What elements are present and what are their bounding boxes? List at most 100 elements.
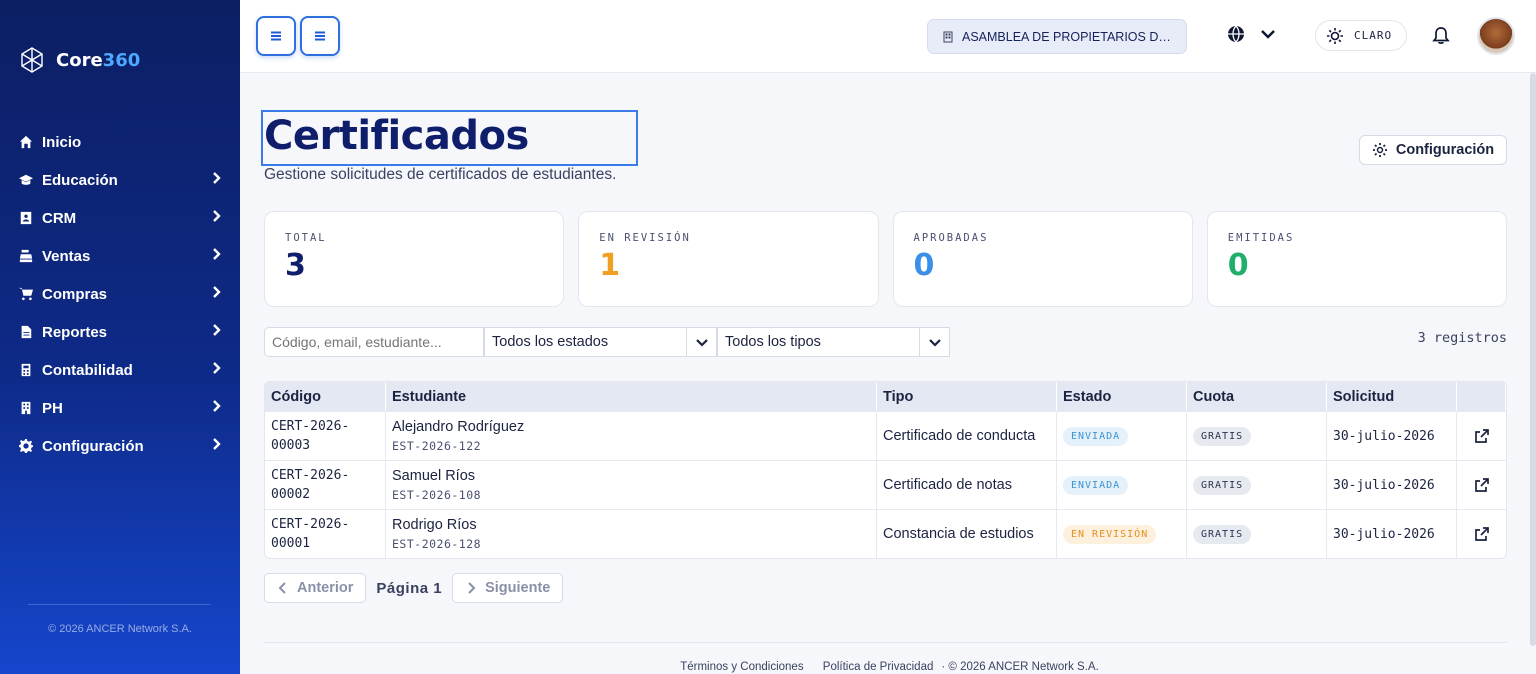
brand-suffix: 360	[102, 49, 141, 71]
stat-label: APROBADAS	[913, 232, 989, 244]
column-header-codigo[interactable]: Código	[265, 382, 386, 411]
brand-logo[interactable]: Core360	[18, 46, 140, 74]
cell-status: EN REVISIÓN	[1057, 510, 1187, 558]
cell-student: Alejandro Rodríguez EST-2026-122	[386, 412, 877, 460]
stat-card-aprobadas: APROBADAS 0	[892, 211, 1193, 307]
next-page-label: Siguiente	[485, 580, 551, 596]
records-count: 3 registros	[1417, 330, 1507, 346]
stat-label: EN REVISIÓN	[599, 232, 691, 244]
stat-value: 0	[913, 248, 935, 283]
sidebar-item-label: Configuración	[42, 437, 144, 455]
building-icon	[18, 400, 34, 416]
sun-icon	[1327, 27, 1343, 44]
page-subtitle: Gestione solicitudes de certificados de …	[264, 166, 617, 183]
bell-icon[interactable]	[1431, 26, 1451, 46]
previous-page-button[interactable]: Anterior	[264, 573, 367, 603]
cell-date: 30-julio-2026	[1327, 461, 1457, 509]
gear-icon	[1372, 143, 1387, 157]
sidebar-item-inicio[interactable]: Inicio	[0, 123, 240, 161]
type-filter-select[interactable]: Todos los tipos	[717, 327, 950, 357]
next-page-button[interactable]: Siguiente	[452, 573, 564, 603]
search-input[interactable]	[264, 327, 484, 357]
status-badge: EN REVISIÓN	[1063, 524, 1157, 544]
home-icon	[18, 134, 34, 150]
fee-badge: GRATIS	[1193, 475, 1252, 495]
sidebar-item-contabilidad[interactable]: Contabilidad	[0, 351, 240, 389]
configuration-button-label: Configuración	[1395, 142, 1495, 158]
configuration-button[interactable]: Configuración	[1359, 135, 1507, 165]
avatar[interactable]	[1477, 17, 1515, 55]
column-header-solicitud[interactable]: Solicitud	[1327, 382, 1457, 411]
stat-value: 0	[1227, 248, 1249, 283]
hamburger-icon	[271, 31, 281, 41]
stat-label: TOTAL	[285, 232, 327, 244]
globe-icon	[1228, 25, 1244, 43]
external-link-icon[interactable]	[1474, 526, 1490, 542]
sidebar-item-ph[interactable]: PH	[0, 389, 240, 427]
sidebar-item-label: Ventas	[42, 247, 91, 265]
language-selector[interactable]	[1226, 24, 1278, 44]
student-name: Samuel Ríos	[392, 467, 476, 484]
column-header-cuota[interactable]: Cuota	[1187, 382, 1327, 411]
terms-link[interactable]: Términos y Condiciones	[680, 661, 803, 673]
theme-toggle[interactable]: CLARO	[1315, 20, 1407, 51]
stat-card-en-revision: EN REVISIÓN 1	[578, 211, 879, 307]
sidebar-nav: Inicio Educación CRM Ventas Compras Repo…	[0, 123, 240, 465]
scrollbar[interactable]	[1530, 73, 1536, 646]
table-row[interactable]: CERT-2026- 00001 Rodrigo Ríos EST-2026-1…	[265, 509, 1506, 558]
chevron-right-icon	[210, 285, 222, 303]
column-header-actions	[1457, 382, 1506, 411]
sidebar-collapse-button[interactable]	[300, 16, 340, 56]
external-link-icon[interactable]	[1474, 477, 1490, 493]
column-header-estado[interactable]: Estado	[1057, 382, 1187, 411]
sidebar-item-configuracion[interactable]: Configuración	[0, 427, 240, 465]
chevron-down-icon	[919, 328, 949, 356]
sidebar-item-educacion[interactable]: Educación	[0, 161, 240, 199]
hamburger-icon	[315, 31, 325, 41]
cell-type: Certificado de notas	[877, 461, 1057, 509]
page-footer: Términos y Condiciones Política de Priva…	[264, 661, 1507, 673]
cash-register-icon	[18, 248, 34, 264]
cell-actions	[1457, 510, 1506, 558]
certificate-type: Constancia de estudios	[883, 526, 1034, 542]
stat-card-total: TOTAL 3	[264, 211, 565, 307]
certificate-code-part2: 00003	[271, 438, 311, 453]
status-filter-select[interactable]: Todos los estados	[484, 327, 717, 357]
table-header: Código Estudiante Tipo Estado Cuota Soli…	[265, 382, 1506, 411]
sidebar-item-ventas[interactable]: Ventas	[0, 237, 240, 275]
sidebar-item-compras[interactable]: Compras	[0, 275, 240, 313]
column-header-estudiante[interactable]: Estudiante	[386, 382, 877, 411]
cell-actions	[1457, 461, 1506, 509]
address-book-icon	[18, 210, 34, 226]
request-date: 30-julio-2026	[1333, 428, 1435, 444]
student-name: Alejandro Rodríguez	[392, 418, 525, 435]
sidebar-item-reportes[interactable]: Reportes	[0, 313, 240, 351]
cell-type: Certificado de conducta	[877, 412, 1057, 460]
calculator-icon	[18, 362, 34, 378]
main-content: Certificados Gestione solicitudes de cer…	[261, 73, 1507, 674]
chevron-down-icon	[686, 328, 716, 356]
shopping-cart-icon	[18, 286, 34, 302]
table-row[interactable]: CERT-2026- 00002 Samuel Ríos EST-2026-10…	[265, 460, 1506, 509]
report-file-icon	[18, 324, 34, 340]
menu-toggle-button[interactable]	[256, 16, 296, 56]
sidebar-item-crm[interactable]: CRM	[0, 199, 240, 237]
stat-value: 1	[599, 248, 621, 283]
cell-fee: GRATIS	[1187, 412, 1327, 460]
cell-code: CERT-2026- 00003	[265, 412, 386, 460]
column-header-tipo[interactable]: Tipo	[877, 382, 1057, 411]
chevron-left-icon	[278, 582, 286, 594]
certificate-code-part1: CERT-2026-	[271, 468, 350, 483]
privacy-link[interactable]: Política de Privacidad	[823, 661, 934, 673]
cell-status: ENVIADA	[1057, 412, 1187, 460]
student-id: EST-2026-122	[392, 438, 482, 453]
organization-selector[interactable]: ASAMBLEA DE PROPIETARIOS DE ...	[927, 19, 1187, 54]
external-link-icon[interactable]	[1474, 428, 1490, 444]
stat-card-emitidas: EMITIDAS 0	[1206, 211, 1507, 307]
sidebar-item-label: Educación	[42, 171, 118, 189]
sidebar-footer: © 2026 ANCER Network S.A.	[48, 623, 192, 635]
chevron-right-icon	[210, 361, 222, 379]
certificate-code-part2: 00001	[271, 536, 311, 551]
table-row[interactable]: CERT-2026- 00003 Alejandro Rodríguez EST…	[265, 411, 1506, 460]
status-badge: ENVIADA	[1063, 426, 1129, 446]
